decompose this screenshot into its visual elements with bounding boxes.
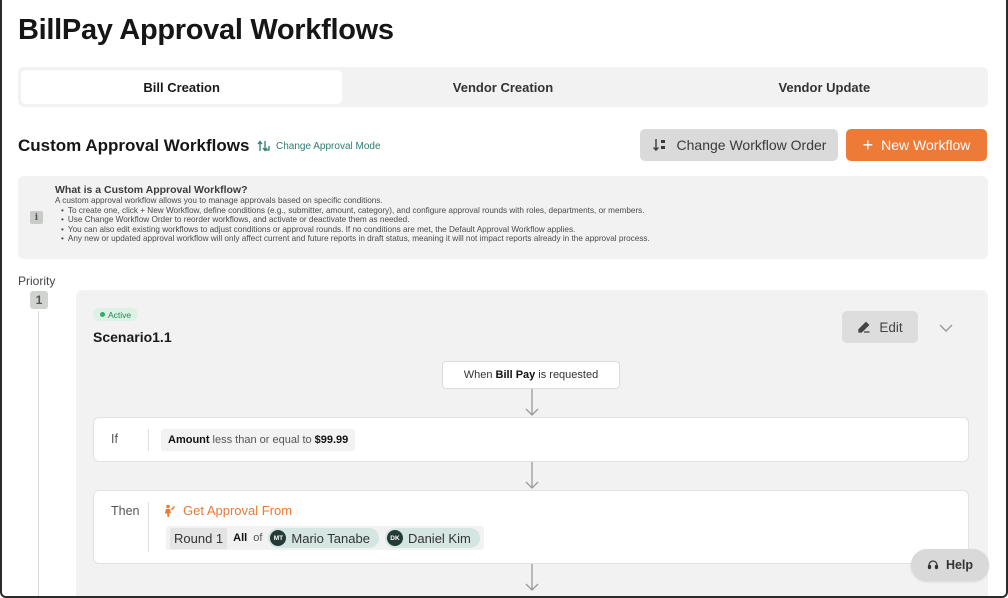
- app-window: BillPay Approval Workflows Bill Creation…: [0, 0, 1008, 598]
- chevron-down-icon[interactable]: [936, 318, 956, 338]
- arrow-down-icon: [525, 389, 539, 416]
- info-bullet: You can also edit existing workflows to …: [61, 225, 650, 235]
- avatar: DK: [386, 530, 403, 546]
- change-workflow-order-label: Change Workflow Order: [676, 137, 827, 153]
- info-intro: A custom approval workflow allows you to…: [55, 196, 383, 205]
- sort-icon: [652, 139, 665, 151]
- tab-vendor-update[interactable]: Vendor Update: [664, 70, 985, 104]
- workflow-card: Active Scenario1.1 Edit When Bill Pay is…: [76, 290, 988, 596]
- trigger-box: When Bill Pay is requested: [442, 361, 620, 389]
- person-raise-hand-icon: [165, 504, 175, 517]
- avatar: MT: [270, 530, 287, 546]
- new-workflow-button[interactable]: + New Workflow: [846, 129, 987, 161]
- condition-label: If: [111, 432, 118, 446]
- trigger-suffix: is requested: [538, 369, 599, 381]
- info-icon: i: [30, 211, 43, 224]
- info-bullet: Use Change Workflow Order to reorder wor…: [61, 215, 650, 225]
- edit-button[interactable]: Edit: [842, 311, 918, 343]
- plus-icon: +: [862, 135, 874, 155]
- condition-operator: less than or equal to: [212, 434, 312, 446]
- workflow-type-tabs: Bill Creation Vendor Creation Vendor Upd…: [18, 67, 988, 107]
- arrow-down-icon: [525, 462, 539, 489]
- approval-title: Get Approval From: [163, 503, 292, 518]
- swap-icon: [257, 140, 270, 152]
- help-button[interactable]: Help: [911, 549, 989, 581]
- info-panel: i What is a Custom Approval Workflow? A …: [18, 176, 988, 259]
- approver-chip: MT Mario Tanabe: [268, 528, 379, 548]
- priority-badge: 1: [30, 291, 48, 309]
- approver-name: Daniel Kim: [407, 530, 471, 546]
- page-title: BillPay Approval Workflows: [18, 14, 394, 46]
- info-bullet: To create one, click + New Workflow, def…: [61, 206, 650, 216]
- round-quantifier: All: [233, 532, 248, 544]
- change-approval-mode-link[interactable]: Change Approval Mode: [256, 138, 381, 154]
- tab-bill-creation[interactable]: Bill Creation: [21, 70, 343, 104]
- arrow-down-icon: [525, 564, 539, 591]
- approval-round: Round 1 All of MT Mario Tanabe DK Daniel…: [166, 526, 484, 550]
- status-dot-icon: [100, 312, 105, 317]
- divider: [148, 429, 149, 451]
- edit-label: Edit: [879, 319, 903, 335]
- headset-icon: [927, 560, 939, 570]
- priority-connector: [38, 311, 39, 596]
- new-workflow-label: New Workflow: [881, 137, 971, 153]
- info-body: What is a Custom Approval Workflow? A cu…: [55, 184, 650, 244]
- info-heading: What is a Custom Approval Workflow?: [55, 184, 248, 196]
- approver-name: Mario Tanabe: [291, 530, 370, 546]
- action-box: Then Get Approval From Round 1 All of MT…: [93, 490, 969, 564]
- condition-value: $99.99: [314, 434, 349, 446]
- workflow-name: Scenario1.1: [93, 329, 172, 345]
- approver-chip: DK Daniel Kim: [384, 528, 480, 548]
- approval-title-label: Get Approval From: [183, 503, 293, 518]
- info-list: To create one, click + New Workflow, def…: [55, 206, 650, 244]
- trigger-subject: Bill Pay: [495, 369, 536, 381]
- condition-chip: Amount less than or equal to $99.99: [161, 429, 356, 451]
- trigger-prefix: When: [463, 369, 493, 381]
- round-label: Round 1: [170, 527, 228, 549]
- action-label: Then: [111, 504, 140, 518]
- change-workflow-order-button[interactable]: Change Workflow Order: [640, 129, 838, 161]
- help-label: Help: [945, 558, 974, 572]
- edit-icon: [858, 321, 870, 333]
- round-of: of: [253, 532, 263, 544]
- condition-box: If Amount less than or equal to $99.99: [93, 417, 969, 462]
- status-label: Active: [108, 309, 132, 320]
- tab-vendor-creation[interactable]: Vendor Creation: [342, 70, 663, 104]
- divider: [148, 502, 149, 552]
- status-badge: Active: [93, 308, 139, 321]
- priority-label: Priority: [18, 274, 56, 288]
- info-bullet: Any new or updated approval workflow wil…: [61, 234, 650, 244]
- change-approval-mode-label: Change Approval Mode: [276, 140, 381, 152]
- condition-field: Amount: [168, 434, 210, 446]
- section-title: Custom Approval Workflows: [18, 136, 250, 155]
